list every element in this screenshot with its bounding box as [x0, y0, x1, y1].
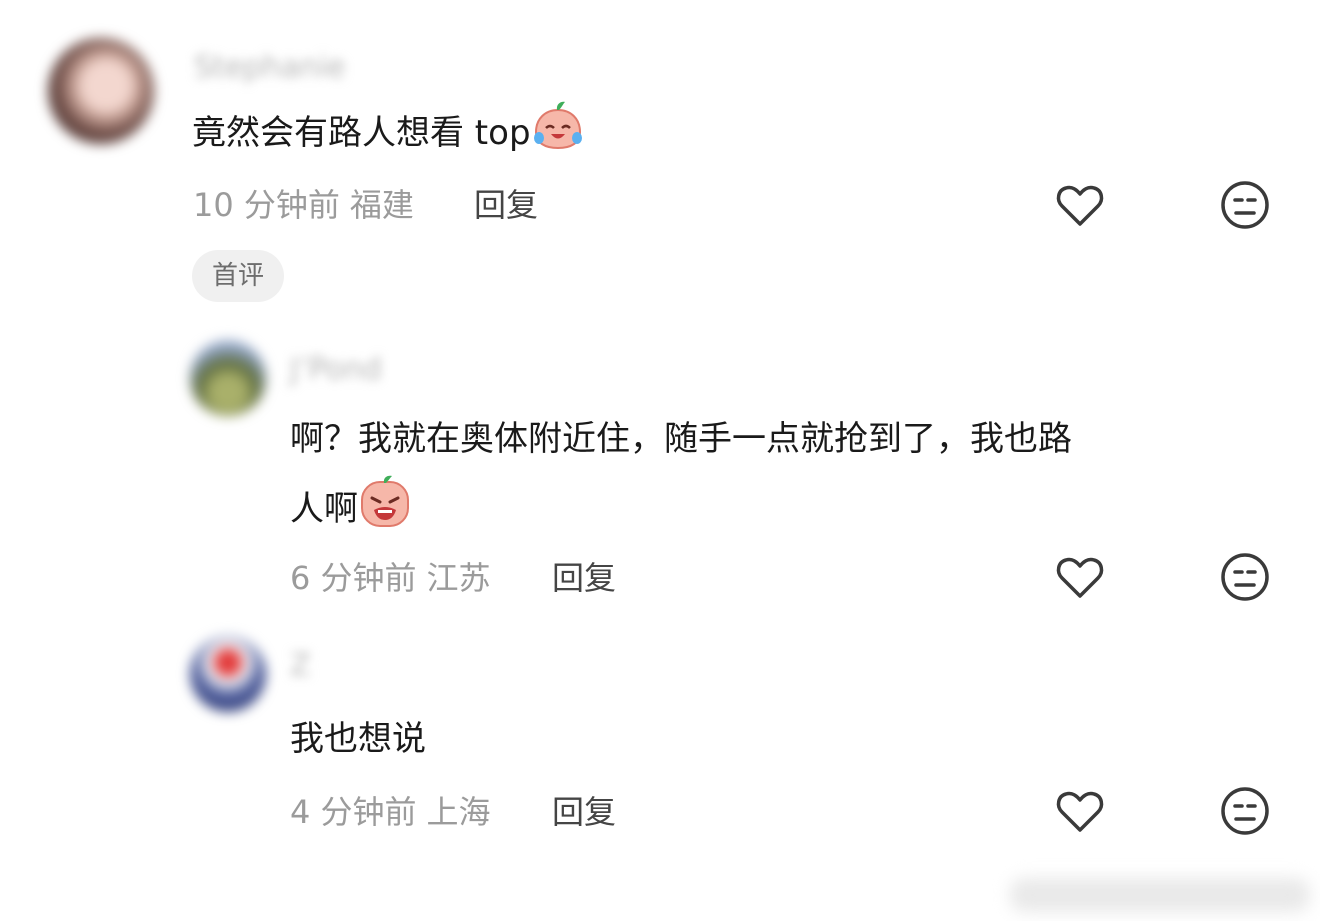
location: 福建	[349, 186, 414, 224]
first-comment-badge: 首评	[192, 250, 285, 302]
comment-text: 我也想说	[290, 719, 426, 759]
location: 江苏	[426, 559, 491, 597]
reply-button[interactable]: 回复	[552, 553, 616, 599]
username[interactable]: J’Pond	[290, 352, 382, 387]
reply-button[interactable]: 回复	[552, 787, 616, 833]
timestamp: 4 分钟前	[290, 793, 417, 831]
comment-text: 竟然会有路人想看 top	[192, 98, 585, 168]
username[interactable]: Z	[290, 648, 311, 683]
username[interactable]: Stephanie	[194, 50, 346, 85]
reply-button[interactable]: 回复	[474, 180, 538, 226]
heart-icon[interactable]	[1053, 550, 1107, 604]
avatar[interactable]	[190, 340, 266, 416]
comment-meta: 10 分钟前 福建	[193, 180, 414, 226]
crying-laughing-emoji-icon	[531, 98, 585, 152]
timestamp: 6 分钟前	[290, 559, 417, 597]
sobbing-emoji-icon	[358, 474, 412, 528]
avatar[interactable]	[48, 38, 154, 144]
avatar[interactable]	[190, 636, 266, 712]
meh-face-icon[interactable]	[1218, 550, 1272, 604]
meh-face-icon[interactable]	[1218, 178, 1272, 232]
comment-line: 人啊	[290, 474, 1270, 544]
meh-face-icon[interactable]	[1218, 784, 1272, 838]
location: 上海	[426, 793, 491, 831]
heart-icon[interactable]	[1053, 178, 1107, 232]
comment-meta: 4 分钟前 上海	[290, 787, 491, 833]
comment-line: 啊？我就在奥体附近住，随手一点就抢到了，我也路	[290, 419, 1072, 459]
watermark	[1010, 878, 1310, 912]
comment-meta: 6 分钟前 江苏	[290, 553, 491, 599]
comment-text: 啊？我就在奥体附近住，随手一点就抢到了，我也路 人啊	[290, 404, 1270, 544]
heart-icon[interactable]	[1053, 784, 1107, 838]
timestamp: 10 分钟前	[193, 186, 340, 224]
